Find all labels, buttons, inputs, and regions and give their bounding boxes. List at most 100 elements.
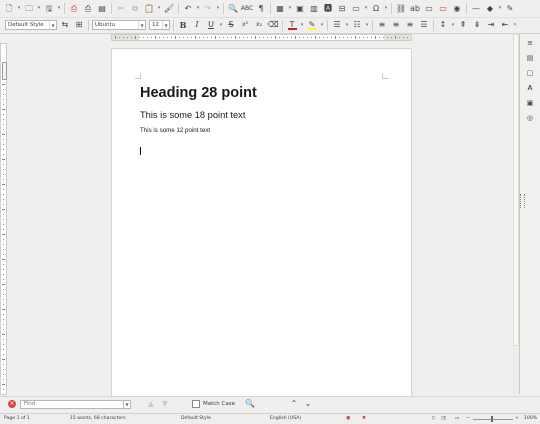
justify-icon[interactable]: ☰	[418, 19, 430, 31]
align-right-icon[interactable]: ≡	[404, 19, 416, 31]
paste-dropdown-icon[interactable]: ▾	[156, 3, 162, 15]
hyperlink-icon[interactable]: ⛓	[395, 3, 407, 15]
paragraph-style-select[interactable]: Default Style ▼	[5, 20, 57, 30]
sidebar-menu-icon[interactable]: ≡	[524, 37, 536, 49]
update-style-icon[interactable]: ⇆	[59, 19, 71, 31]
special-char-dropdown-icon[interactable]: ▾	[383, 3, 389, 15]
document-page[interactable]: Heading 28 point This is some 18 point t…	[111, 48, 412, 403]
numbered-dropdown-icon[interactable]: ▾	[364, 19, 370, 31]
digital-signature-icon[interactable]: ✖	[362, 416, 366, 421]
underline-button[interactable]: U	[205, 19, 217, 31]
find-previous-icon[interactable]: ⌃	[288, 398, 300, 410]
highlight-color-button[interactable]: ✎	[306, 19, 318, 31]
new-dropdown-icon[interactable]: ▾	[16, 3, 22, 15]
align-center-icon[interactable]: ≡	[390, 19, 402, 31]
word-count[interactable]: 15 words, 68 characters	[70, 416, 126, 421]
track-changes-icon[interactable]: ▭	[437, 3, 449, 15]
navigator-toggle-icon[interactable]: ◉	[451, 3, 463, 15]
save-icon[interactable]: 🖫	[43, 3, 55, 15]
highlight-dropdown-icon[interactable]: ▾	[319, 19, 325, 31]
footnote-icon[interactable]: ab	[409, 3, 421, 15]
increase-indent-icon[interactable]: ⇥	[485, 19, 497, 31]
find-next-icon[interactable]: ⌄	[302, 398, 314, 410]
font-color-dropdown-icon[interactable]: ▾	[299, 19, 305, 31]
comment-icon[interactable]: ▭	[423, 3, 435, 15]
open-dropdown-icon[interactable]: ▾	[36, 3, 42, 15]
strikethrough-button[interactable]: S	[225, 19, 237, 31]
find-history-dropdown[interactable]: ▼	[124, 399, 131, 409]
bullet-list-icon[interactable]: ☰	[331, 19, 343, 31]
document-modified-icon[interactable]: ▣	[346, 416, 350, 421]
underline-dropdown-icon[interactable]: ▾	[218, 19, 224, 31]
draw-functions-icon[interactable]: ✎	[504, 3, 516, 15]
font-name-select[interactable]: Ubuntu ▼	[92, 20, 146, 30]
styles-icon[interactable]: 𝐀	[524, 82, 536, 94]
zoom-level[interactable]: 100%	[524, 416, 537, 421]
zoom-out-icon[interactable]: −	[466, 416, 470, 421]
decrease-indent-icon[interactable]: ⇤	[499, 19, 511, 31]
print-icon[interactable]: ⎙	[82, 3, 94, 15]
navigator-icon[interactable]: ◎	[524, 112, 536, 124]
more-options-icon[interactable]: »	[512, 19, 518, 31]
spellcheck-icon[interactable]: ABC	[241, 3, 253, 15]
superscript-icon[interactable]: x²	[239, 19, 251, 31]
line-spacing-icon[interactable]: ↕	[437, 19, 449, 31]
language-status[interactable]: English (USA)	[270, 416, 301, 421]
page-icon[interactable]: ▢	[524, 67, 536, 79]
font-size-select[interactable]: 12 ▼	[149, 20, 170, 30]
formatting-marks-icon[interactable]: ¶	[255, 3, 267, 15]
save-dropdown-icon[interactable]: ▾	[56, 3, 62, 15]
zoom-slider[interactable]	[473, 419, 513, 420]
vertical-scrollbar[interactable]	[513, 34, 519, 394]
vertical-ruler[interactable]	[0, 43, 7, 395]
clear-formatting-icon[interactable]: ⌫	[267, 19, 279, 31]
match-case-checkbox[interactable]	[192, 400, 200, 408]
numbered-list-icon[interactable]: ☷	[351, 19, 363, 31]
redo-icon[interactable]: ↷	[202, 3, 214, 15]
insert-field-icon[interactable]: ▭	[350, 3, 362, 15]
align-left-icon[interactable]: ≡	[376, 19, 388, 31]
shapes-dropdown-icon[interactable]: ▾	[497, 3, 503, 15]
insert-image-icon[interactable]: ▣	[294, 3, 306, 15]
document-heading[interactable]: Heading 28 point	[140, 85, 257, 101]
multi-page-view-icon[interactable]: ▯▯	[441, 416, 446, 421]
table-dropdown-icon[interactable]: ▾	[287, 3, 293, 15]
increase-spacing-icon[interactable]: ⇞	[457, 19, 469, 31]
insert-textbox-icon[interactable]: 🅰	[322, 3, 334, 15]
italic-button[interactable]: I	[191, 19, 203, 31]
insert-chart-icon[interactable]: ▥	[308, 3, 320, 15]
copy-icon[interactable]: ⧉	[129, 3, 141, 15]
book-view-icon[interactable]: ▭	[455, 416, 459, 421]
new-style-icon[interactable]: ⊞	[73, 19, 85, 31]
field-dropdown-icon[interactable]: ▾	[363, 3, 369, 15]
bold-button[interactable]: B	[177, 19, 189, 31]
undo-dropdown-icon[interactable]: ▾	[195, 3, 201, 15]
export-pdf-icon[interactable]: ⎙	[68, 3, 80, 15]
find-all-search-icon[interactable]: 🔍	[244, 398, 256, 410]
gallery-icon[interactable]: ▣	[524, 97, 536, 109]
bullet-dropdown-icon[interactable]: ▾	[344, 19, 350, 31]
insert-line-icon[interactable]: —	[470, 3, 482, 15]
font-color-button[interactable]: T	[286, 19, 298, 31]
basic-shapes-icon[interactable]: ◆	[484, 3, 496, 15]
zoom-slider-knob[interactable]	[491, 416, 493, 422]
decrease-spacing-icon[interactable]: ⇟	[471, 19, 483, 31]
paste-icon[interactable]: 📋	[143, 3, 155, 15]
page-count[interactable]: Page 1 of 1	[4, 416, 30, 421]
clone-formatting-icon[interactable]: 🖌	[163, 3, 175, 15]
insert-table-icon[interactable]: ▦	[274, 3, 286, 15]
document-body-text[interactable]: This is some 12 point text	[140, 127, 210, 134]
sidebar-grip-handle[interactable]	[520, 194, 525, 208]
insert-page-break-icon[interactable]: ⊟	[336, 3, 348, 15]
new-document-icon[interactable]: 🗋	[3, 3, 15, 15]
vertical-ruler-margin-handle[interactable]	[2, 62, 7, 80]
find-input[interactable]: Find	[20, 399, 124, 409]
find-replace-icon[interactable]: 🔍	[227, 3, 239, 15]
match-case-label[interactable]: Match Case	[203, 401, 235, 407]
close-icon[interactable]: ×	[8, 400, 16, 408]
zoom-in-icon[interactable]: +	[515, 416, 519, 421]
document-subheading[interactable]: This is some 18 point text	[140, 110, 245, 120]
print-preview-icon[interactable]: ▤	[96, 3, 108, 15]
special-character-icon[interactable]: Ω	[370, 3, 382, 15]
redo-dropdown-icon[interactable]: ▾	[215, 3, 221, 15]
